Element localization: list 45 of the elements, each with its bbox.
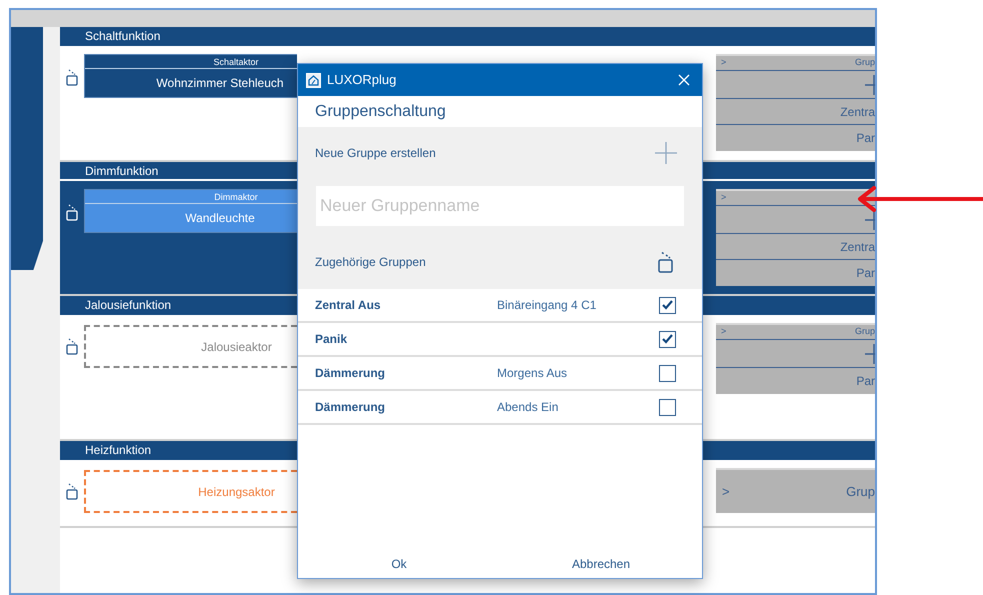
- groups-title: Grup: [846, 482, 875, 501]
- group-detail: Morgens Aus: [497, 365, 568, 382]
- group-name-field[interactable]: Neuer Gruppenname: [316, 186, 684, 226]
- group-detail: Binäreingang 4 C1: [497, 297, 596, 314]
- section-header: Schaltfunktion: [60, 27, 875, 46]
- window-title: LUXORplug: [327, 71, 396, 90]
- actor-card[interactable]: Dimmaktor Wandleuchte: [84, 189, 297, 233]
- ok-button[interactable]: Ok: [298, 550, 500, 578]
- expand-chevron[interactable]: >: [721, 56, 726, 70]
- group-checkbox[interactable]: [659, 330, 676, 348]
- groups-title: Grup: [854, 325, 875, 338]
- group-entry[interactable]: Zentra: [840, 238, 875, 256]
- plus-icon: [655, 142, 677, 164]
- square-slash-icon[interactable]: [66, 483, 78, 500]
- group-name: Dämmerung: [315, 365, 386, 382]
- close-icon: [678, 74, 690, 86]
- group-checkbox[interactable]: [659, 364, 676, 382]
- expand-chevron[interactable]: >: [722, 482, 730, 502]
- group-name: Panik: [315, 331, 348, 348]
- actor-name: Wohnzimmer Stehleuch: [155, 75, 285, 92]
- group-entry[interactable]: Par: [856, 372, 875, 390]
- group-entry[interactable]: Zentra: [840, 102, 875, 120]
- group-name: Dämmerung: [315, 399, 386, 416]
- group-entry[interactable]: Par: [856, 264, 875, 282]
- actor-type: Schaltaktor: [85, 55, 297, 69]
- group-entry[interactable]: Par: [856, 129, 875, 147]
- square-slash-icon[interactable]: [66, 69, 78, 86]
- assigned-groups-label: Zugehörige Gruppen: [315, 254, 426, 270]
- group-detail: Abends Ein: [497, 399, 558, 416]
- cancel-button[interactable]: Abbrechen: [500, 550, 702, 578]
- create-group-label: Neue Gruppe erstellen: [315, 145, 436, 162]
- square-slash-icon[interactable]: [66, 204, 78, 221]
- dialog-heading: Gruppenschaltung: [315, 102, 446, 122]
- group-name: Zentral Aus: [315, 297, 382, 314]
- square-slash-icon[interactable]: [66, 338, 78, 355]
- house-icon: [306, 72, 321, 88]
- groups-title: Grup: [854, 56, 875, 70]
- actor-name: Wandleuchte: [184, 210, 256, 227]
- actor-card[interactable]: Schaltaktor Wohnzimmer Stehleuch: [84, 54, 297, 98]
- square-slash-icon[interactable]: [658, 250, 674, 272]
- expand-chevron[interactable]: >: [721, 325, 726, 339]
- actor-type: Dimmaktor: [85, 190, 297, 204]
- group-checkbox[interactable]: [659, 398, 676, 416]
- expand-chevron[interactable]: >: [721, 191, 726, 205]
- group-checkbox[interactable]: [659, 296, 676, 314]
